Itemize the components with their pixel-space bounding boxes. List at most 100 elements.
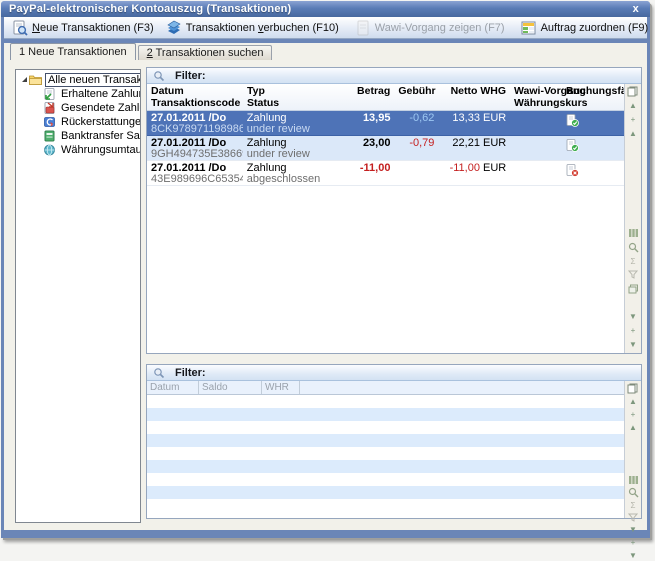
- tab-page: Alle neuen Transaktionen Erhaltene Zahlu…: [4, 60, 647, 530]
- tree-item-label: Gesendete Zahlungen: [59, 102, 141, 114]
- assign-order-icon: [521, 20, 537, 36]
- add-row-icon[interactable]: +: [627, 114, 640, 126]
- columns-icon[interactable]: [627, 228, 640, 240]
- empty-row: [147, 486, 624, 499]
- filter-search-icon: [153, 70, 165, 82]
- column-header-saldo: Saldo: [199, 381, 262, 394]
- tab-transaktionen-suchen[interactable]: 2 Transaktionen suchen: [138, 45, 273, 60]
- add-row-icon[interactable]: +: [627, 409, 640, 420]
- show-wawi-button[interactable]: Wawi-Vorgang zeigen (F7): [349, 18, 511, 38]
- title-bar[interactable]: PayPal-elektronischer Kontoauszug (Trans…: [1, 1, 650, 17]
- post-transactions-button[interactable]: Transaktionen verbuchen (F10): [160, 18, 345, 38]
- duplicate-icon[interactable]: [627, 284, 640, 296]
- tree-expander-icon[interactable]: [22, 77, 27, 82]
- scroll-down-icon[interactable]: ▼: [627, 524, 640, 535]
- tree-item-gesendete-zahlungen[interactable]: Gesendete Zahlungen: [16, 101, 140, 114]
- column-header-betrag: Betrag: [335, 84, 395, 110]
- tab-strip: 1 Neue Transaktionen 2 Transaktionen suc…: [4, 43, 647, 60]
- transactions-grid-panel: Filter: DatumTransaktionscode TypStatus …: [146, 67, 642, 354]
- insert-icon[interactable]: +: [627, 537, 640, 548]
- transactions-grid: DatumTransaktionscode TypStatus Betrag G…: [147, 84, 624, 353]
- folder-icon: [29, 74, 42, 86]
- filter-label: Filter:: [175, 70, 206, 82]
- column-header-wawi-vorgang: Wawi-VorgangWährungskurs: [510, 84, 562, 110]
- filter-icon[interactable]: [627, 513, 640, 522]
- tree-item-alle-neuen-transaktionen[interactable]: Alle neuen Transaktionen: [16, 73, 140, 86]
- toolbar: Neue Transaktionen (F3) Transaktionen ve…: [4, 17, 647, 39]
- close-button[interactable]: x: [630, 3, 642, 15]
- empty-row: [147, 395, 624, 408]
- search-icon[interactable]: [627, 242, 640, 254]
- column-header-gebuehr: Gebühr: [394, 84, 438, 110]
- scroll-last-icon[interactable]: ▼: [627, 550, 640, 561]
- grid-side-toolbar: ▲ + ▲ Σ ▼ + ▼: [624, 381, 641, 518]
- tab-neue-transaktionen[interactable]: 1 Neue Transaktionen: [10, 43, 136, 60]
- transactions-filter-bar[interactable]: Filter:: [147, 68, 641, 84]
- grid-side-toolbar: ▲ + ▲ Σ ▼ + ▼: [624, 84, 641, 353]
- sent-payments-icon: [43, 102, 56, 114]
- window-title: PayPal-elektronischer Kontoauszug (Trans…: [9, 3, 630, 15]
- scroll-up-icon[interactable]: ▲: [627, 422, 640, 433]
- tree-item-label: Währungsumtausch: [59, 144, 141, 156]
- new-transactions-icon: [12, 20, 28, 36]
- column-header-buchungsfaehig: Buchungsfähig: [562, 84, 624, 110]
- saldo-grid-panel: Filter: Datum Saldo WHR: [146, 364, 642, 519]
- empty-row: [147, 499, 624, 512]
- saldo-grid: Datum Saldo WHR: [147, 381, 624, 518]
- bookable-check-icon: [566, 114, 579, 127]
- show-wawi-icon: [355, 20, 371, 36]
- bank-transfer-icon: [43, 130, 56, 142]
- column-header-netto-whg: Netto WHG: [438, 84, 510, 110]
- tree-item-rueckerstattungen[interactable]: Rückerstattungen: [16, 115, 140, 128]
- empty-row: [147, 473, 624, 486]
- saldo-filter-bar[interactable]: Filter:: [147, 365, 641, 381]
- scroll-down-icon[interactable]: ▼: [627, 311, 640, 323]
- tree-item-banktransfer-saldo[interactable]: Banktransfer Saldo: [16, 129, 140, 142]
- post-transactions-icon: [166, 20, 182, 36]
- bookable-check-icon: [566, 139, 579, 152]
- sum-icon[interactable]: Σ: [627, 256, 640, 268]
- tree-item-label: Alle neuen Transaktionen: [45, 73, 141, 87]
- tree-item-label: Banktransfer Saldo: [59, 130, 141, 142]
- column-header-datum: Datum: [147, 381, 199, 394]
- empty-row: [147, 421, 624, 434]
- scroll-first-icon[interactable]: ▲: [627, 100, 640, 112]
- table-row[interactable]: 27.01.2011 /Do8CK9789711989861D Zahlungu…: [147, 111, 624, 136]
- currency-exchange-icon: [43, 144, 56, 156]
- table-row[interactable]: 27.01.2011 /Do9GH494735E3866936 Zahlungu…: [147, 136, 624, 161]
- export-icon[interactable]: [627, 86, 640, 98]
- tree-item-label: Rückerstattungen: [59, 116, 141, 128]
- table-row[interactable]: 27.01.2011 /Do43E989696C6535442 Zahlunga…: [147, 161, 624, 186]
- empty-row: [147, 434, 624, 447]
- category-tree: Alle neuen Transaktionen Erhaltene Zahlu…: [15, 69, 141, 523]
- export-icon[interactable]: [627, 383, 640, 394]
- received-payments-icon: [43, 88, 56, 100]
- assign-order-button[interactable]: Auftrag zuordnen (F9): [515, 18, 655, 38]
- filter-search-icon: [153, 367, 165, 379]
- insert-icon[interactable]: +: [627, 325, 640, 337]
- empty-row: [147, 408, 624, 421]
- tree-item-label: Erhaltene Zahlungen: [59, 88, 141, 100]
- filter-label: Filter:: [175, 367, 206, 379]
- column-header-datum: DatumTransaktionscode: [147, 84, 243, 110]
- refunds-icon: [43, 116, 56, 128]
- tree-item-waehrungsumtausch[interactable]: Währungsumtausch: [16, 143, 140, 156]
- columns-icon[interactable]: [627, 475, 640, 485]
- content-area: 1 Neue Transaktionen 2 Transaktionen suc…: [4, 43, 647, 530]
- empty-row: [147, 460, 624, 473]
- column-header-whr: WHR: [262, 381, 300, 394]
- grid-header-row[interactable]: Datum Saldo WHR: [147, 381, 624, 395]
- app-window: PayPal-elektronischer Kontoauszug (Trans…: [1, 1, 650, 538]
- filter-icon[interactable]: [627, 270, 640, 282]
- scroll-last-icon[interactable]: ▼: [627, 339, 640, 351]
- not-bookable-icon: [566, 164, 579, 177]
- new-transactions-button[interactable]: Neue Transaktionen (F3): [6, 18, 160, 38]
- sum-icon[interactable]: Σ: [627, 500, 640, 511]
- empty-row: [147, 447, 624, 460]
- scroll-first-icon[interactable]: ▲: [627, 396, 640, 407]
- scroll-up-icon[interactable]: ▲: [627, 128, 640, 140]
- column-header-typ: TypStatus: [243, 84, 335, 110]
- search-icon[interactable]: [627, 487, 640, 498]
- tree-item-erhaltene-zahlungen[interactable]: Erhaltene Zahlungen: [16, 87, 140, 100]
- grid-header-row[interactable]: DatumTransaktionscode TypStatus Betrag G…: [147, 84, 624, 111]
